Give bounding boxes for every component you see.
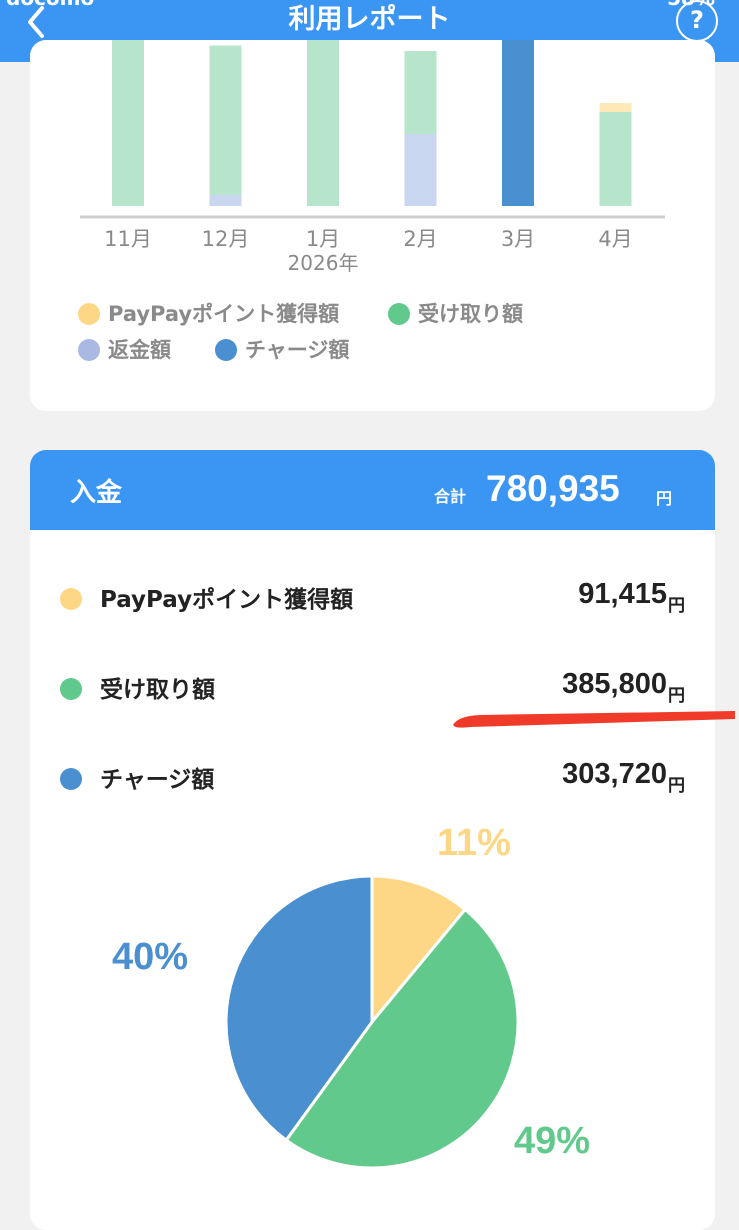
- x-tick-label: 4月: [598, 227, 632, 251]
- pie-label-points: 11%: [437, 822, 511, 864]
- pie-label-received: 49%: [514, 1120, 591, 1162]
- x-tick-label: 1月: [306, 227, 340, 251]
- legend-item-charge: チャージ額: [215, 334, 349, 364]
- legend-item-points: PayPayポイント獲得額: [78, 298, 339, 328]
- year-label: 2026年: [288, 251, 359, 275]
- bar-segment: [307, 40, 339, 206]
- legend-dot-icon: [78, 303, 100, 325]
- monthly-bar-chart: 11月 12月 1月2026年 2月 3月 4月: [80, 40, 665, 275]
- bar-segment: [502, 40, 534, 206]
- legend-dot-icon: [388, 303, 410, 325]
- legend-label: チャージ額: [245, 338, 350, 362]
- legend-item-received: 受け取り額: [388, 298, 523, 328]
- x-tick-label: 12月: [202, 227, 250, 251]
- bar-segment: [209, 45, 242, 195]
- bar-segment: [209, 194, 242, 206]
- legend-label: 受け取り額: [418, 302, 523, 326]
- x-tick-label: 3月: [501, 227, 535, 251]
- bar-segment: [599, 111, 632, 206]
- legend-dot-icon: [78, 339, 100, 361]
- x-tick-label: 2月: [403, 227, 437, 251]
- pie-label-charge: 40%: [112, 936, 189, 978]
- legend-label: PayPayポイント獲得額: [108, 302, 340, 326]
- monthly-chart-card: 11月 12月 1月 2026年 2月 3月 4月 PayPayポイント獲得額 受け取り額 …: [30, 40, 715, 411]
- deposit-pie-chart: [224, 874, 520, 1170]
- page-title: 利用レポート: [288, 4, 451, 35]
- bar-segment: [404, 51, 437, 135]
- legend-dot-icon: [215, 339, 237, 361]
- legend-label: 返金額: [108, 338, 171, 362]
- x-tick-label: 11月: [104, 227, 152, 251]
- bar-segment: [599, 103, 632, 112]
- deposit-card: 入金 合計 780,935 円 PayPayポイント獲得額 91,415 円 受…: [30, 450, 715, 1230]
- legend-item-refund: 返金額: [78, 334, 171, 364]
- help-button[interactable]: ?: [676, 0, 718, 42]
- bar-segment: [404, 134, 437, 206]
- bar-segment: [112, 40, 144, 206]
